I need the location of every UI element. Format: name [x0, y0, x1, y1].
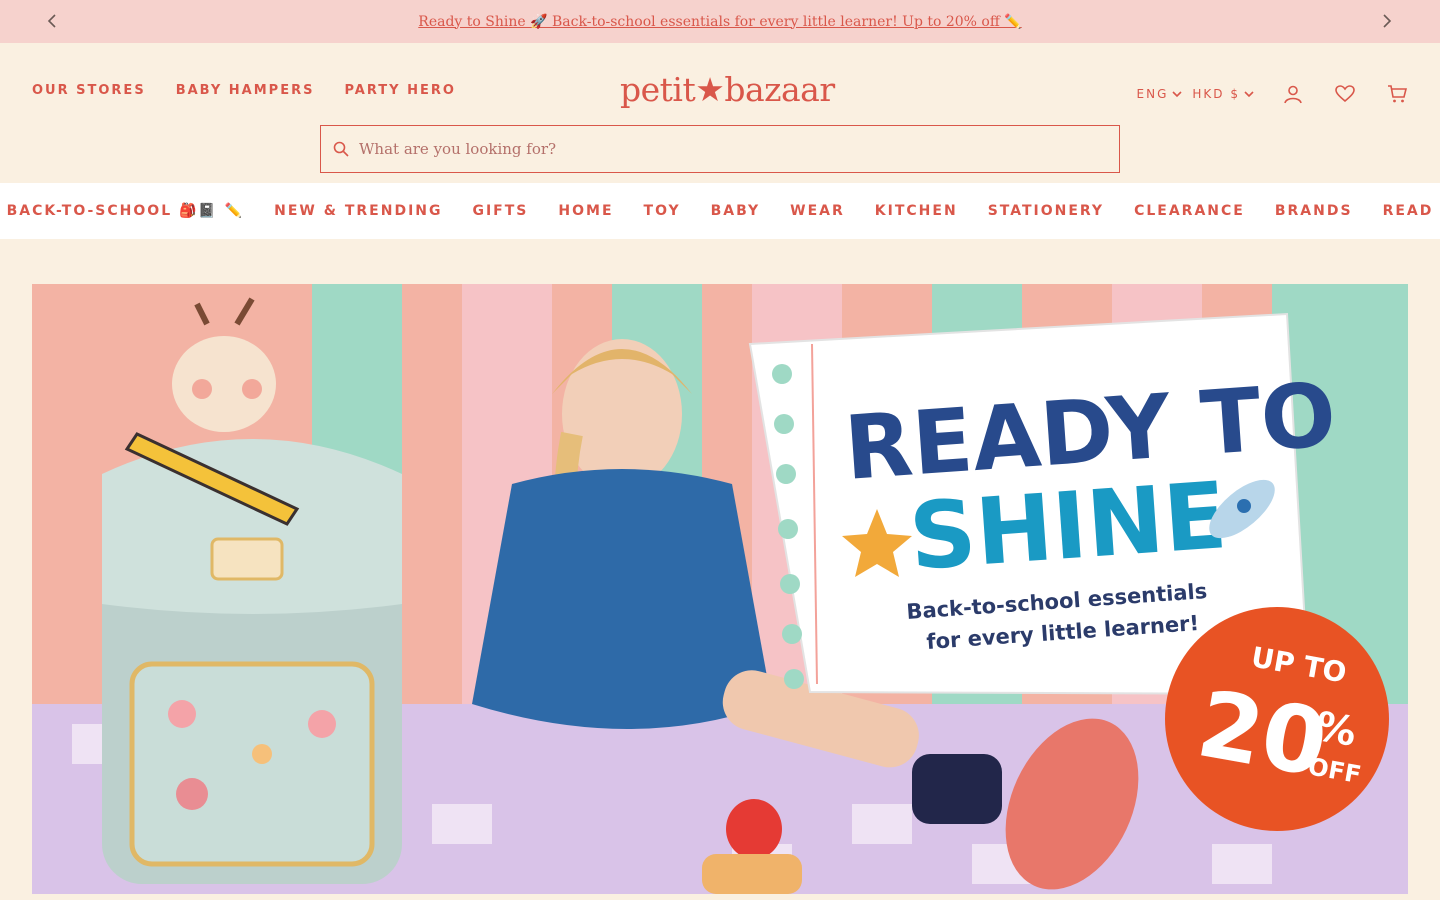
nav-brands[interactable]: BRANDS: [1275, 203, 1353, 219]
nav-stationery[interactable]: STATIONERY: [988, 203, 1104, 219]
nav-read[interactable]: READ: [1383, 203, 1434, 219]
secondary-nav: OUR STORES BABY HAMPERS PARTY HERO: [32, 83, 456, 98]
nav-baby-hampers[interactable]: BABY HAMPERS: [176, 83, 315, 98]
account-icon: [1284, 85, 1302, 104]
nav-our-stores[interactable]: OUR STORES: [32, 83, 146, 98]
nav-wear[interactable]: WEAR: [790, 203, 845, 219]
announcement-next-button[interactable]: [1376, 10, 1398, 32]
announcement-bar: Ready to Shine 🚀 Back-to-school essentia…: [0, 0, 1440, 43]
chevron-left-icon: [47, 14, 56, 28]
nav-toy[interactable]: TOY: [644, 203, 681, 219]
chevron-right-icon: [1383, 14, 1392, 28]
site-logo[interactable]: petit★bazaar: [620, 70, 835, 109]
search-bar[interactable]: [320, 125, 1120, 173]
hero-headline-line2: SHINE: [906, 462, 1230, 591]
nav-kitchen[interactable]: KITCHEN: [875, 203, 958, 219]
main-nav: BACK-TO-SCHOOL 🎒📓 ✏️ NEW & TRENDING GIFT…: [0, 183, 1440, 239]
nav-home[interactable]: HOME: [558, 203, 613, 219]
badge-percent: %: [1312, 704, 1359, 756]
hero-illustration: READY TO SHINE Back-to-school essentials…: [32, 284, 1408, 894]
nav-party-hero[interactable]: PARTY HERO: [344, 83, 455, 98]
nav-back-to-school[interactable]: BACK-TO-SCHOOL 🎒📓 ✏️: [7, 203, 245, 219]
wishlist-button[interactable]: [1332, 81, 1358, 107]
nav-gifts[interactable]: GIFTS: [472, 203, 528, 219]
nav-baby[interactable]: BABY: [711, 203, 761, 219]
cart-button[interactable]: [1384, 81, 1410, 107]
language-value: ENG: [1136, 87, 1169, 101]
announcement-link[interactable]: Ready to Shine 🚀 Back-to-school essentia…: [418, 14, 1021, 30]
nav-clearance[interactable]: CLEARANCE: [1134, 203, 1245, 219]
hero-banner[interactable]: READY TO SHINE Back-to-school essentials…: [32, 284, 1408, 894]
search-input[interactable]: [359, 140, 1059, 158]
heart-icon: [1335, 85, 1355, 103]
chevron-down-icon: [1244, 91, 1254, 98]
nav-new-trending[interactable]: NEW & TRENDING: [274, 203, 442, 219]
announcement-prev-button[interactable]: [41, 10, 63, 32]
language-selector[interactable]: ENG: [1137, 87, 1183, 101]
site-header: OUR STORES BABY HAMPERS PARTY HERO petit…: [0, 43, 1440, 183]
discount-badge: UP TO 20 % OFF: [1165, 607, 1389, 831]
account-button[interactable]: [1280, 81, 1306, 107]
header-utilities: ENG HKD $: [1137, 81, 1410, 107]
cart-icon: [1388, 85, 1407, 103]
search-icon: [333, 141, 349, 157]
currency-value: HKD $: [1192, 87, 1240, 101]
chevron-down-icon: [1172, 91, 1182, 98]
currency-selector[interactable]: HKD $: [1192, 87, 1254, 101]
